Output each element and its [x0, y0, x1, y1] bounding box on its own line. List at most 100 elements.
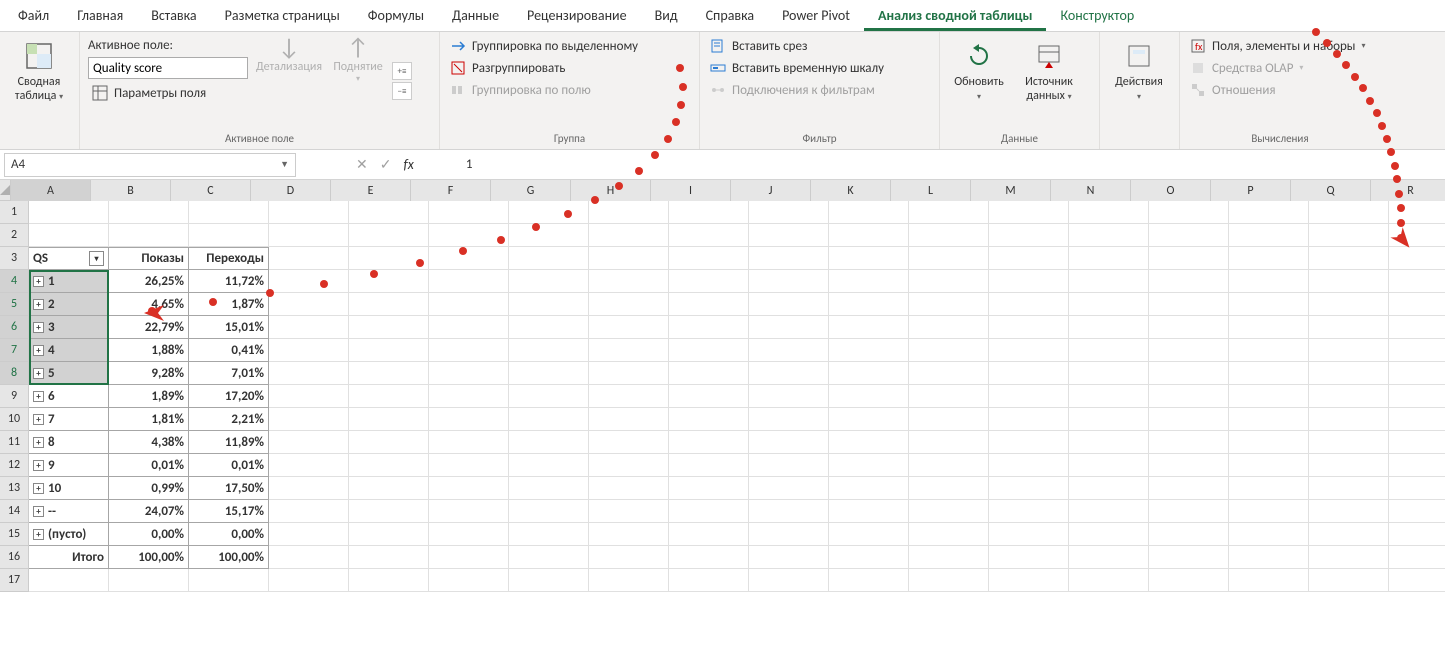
cell[interactable]	[429, 431, 509, 454]
cell[interactable]	[749, 201, 829, 224]
col-header-I[interactable]: I	[651, 180, 731, 201]
cell[interactable]	[1309, 270, 1389, 293]
cell[interactable]: +6	[29, 385, 109, 408]
cell[interactable]	[1149, 270, 1229, 293]
refresh-button[interactable]: Обновить▾	[946, 36, 1012, 108]
cell[interactable]	[669, 569, 749, 592]
cell[interactable]: 0,41%	[189, 339, 269, 362]
cell[interactable]	[429, 247, 509, 270]
row-header-4[interactable]: 4	[0, 270, 29, 293]
cell[interactable]	[669, 385, 749, 408]
expand-icon[interactable]: +	[33, 437, 44, 448]
cell[interactable]	[1149, 569, 1229, 592]
row-header-15[interactable]: 15	[0, 523, 29, 546]
cell[interactable]	[349, 569, 429, 592]
expand-icon[interactable]: +	[33, 368, 44, 379]
cell[interactable]: 1,89%	[109, 385, 189, 408]
col-header-Q[interactable]: Q	[1291, 180, 1371, 201]
cell[interactable]	[989, 224, 1069, 247]
row-header-6[interactable]: 6	[0, 316, 29, 339]
field-params-button[interactable]: Параметры поля	[88, 83, 248, 103]
col-header-M[interactable]: M	[971, 180, 1051, 201]
cell[interactable]	[989, 247, 1069, 270]
cell[interactable]	[669, 431, 749, 454]
tab-home[interactable]: Главная	[63, 0, 137, 31]
cell[interactable]	[1069, 270, 1149, 293]
cell[interactable]	[989, 293, 1069, 316]
row-header-5[interactable]: 5	[0, 293, 29, 316]
cell[interactable]	[269, 339, 349, 362]
cell[interactable]	[1389, 500, 1445, 523]
cell[interactable]: +3	[29, 316, 109, 339]
cell[interactable]	[749, 316, 829, 339]
cell[interactable]	[429, 293, 509, 316]
cell[interactable]	[1389, 431, 1445, 454]
cell[interactable]	[1309, 293, 1389, 316]
cell[interactable]	[269, 523, 349, 546]
cell[interactable]	[589, 339, 669, 362]
cell[interactable]	[829, 293, 909, 316]
tab-file[interactable]: Файл	[4, 0, 63, 31]
chevron-down-icon[interactable]: ▼	[280, 159, 289, 170]
cell[interactable]: +7	[29, 408, 109, 431]
tab-view[interactable]: Вид	[641, 0, 692, 31]
cell[interactable]	[989, 408, 1069, 431]
cell[interactable]	[1069, 339, 1149, 362]
cell[interactable]	[909, 477, 989, 500]
row-header-7[interactable]: 7	[0, 339, 29, 362]
cell[interactable]	[349, 523, 429, 546]
cell[interactable]	[269, 385, 349, 408]
cell[interactable]: 26,25%	[109, 270, 189, 293]
cancel-icon[interactable]: ✕	[356, 156, 368, 173]
cell[interactable]	[1069, 546, 1149, 569]
cell[interactable]	[1069, 224, 1149, 247]
cell[interactable]	[1309, 523, 1389, 546]
col-header-F[interactable]: F	[411, 180, 491, 201]
cell[interactable]	[749, 385, 829, 408]
pivottable-button[interactable]: Своднаятаблица ▾	[6, 36, 72, 108]
cell[interactable]	[749, 477, 829, 500]
cell[interactable]	[429, 569, 509, 592]
cell[interactable]	[829, 385, 909, 408]
cell[interactable]	[589, 431, 669, 454]
cell[interactable]: 1,88%	[109, 339, 189, 362]
drillup-button[interactable]: Поднятие	[333, 60, 382, 74]
col-header-E[interactable]: E	[331, 180, 411, 201]
expand-icon[interactable]: +	[33, 460, 44, 471]
cell[interactable]	[1069, 454, 1149, 477]
col-header-B[interactable]: B	[91, 180, 171, 201]
cell[interactable]	[189, 569, 269, 592]
tab-review[interactable]: Рецензирование	[513, 0, 641, 31]
cell[interactable]	[269, 316, 349, 339]
cell[interactable]	[909, 408, 989, 431]
cell[interactable]: 4,65%	[109, 293, 189, 316]
cell[interactable]	[669, 546, 749, 569]
cell[interactable]	[1069, 431, 1149, 454]
cell[interactable]	[1149, 247, 1229, 270]
cell[interactable]	[1389, 569, 1445, 592]
cell[interactable]	[829, 454, 909, 477]
cell[interactable]	[509, 477, 589, 500]
cell[interactable]	[989, 500, 1069, 523]
expand-icon[interactable]: +	[33, 529, 44, 540]
cell[interactable]	[1389, 247, 1445, 270]
cell[interactable]	[829, 316, 909, 339]
cell[interactable]	[1069, 316, 1149, 339]
tab-data[interactable]: Данные	[438, 0, 513, 31]
expand-icon[interactable]: +	[33, 299, 44, 310]
cell[interactable]	[909, 293, 989, 316]
drilldown-button[interactable]: Детализация	[256, 60, 322, 74]
cell[interactable]: +--	[29, 500, 109, 523]
col-header-N[interactable]: N	[1051, 180, 1131, 201]
cell[interactable]	[1309, 247, 1389, 270]
cell[interactable]	[349, 477, 429, 500]
cell[interactable]	[1149, 385, 1229, 408]
cell[interactable]: +1	[29, 270, 109, 293]
cell[interactable]	[1229, 316, 1309, 339]
cell[interactable]	[669, 316, 749, 339]
cell[interactable]	[189, 224, 269, 247]
cell[interactable]	[1309, 316, 1389, 339]
col-header-C[interactable]: C	[171, 180, 251, 201]
cell[interactable]	[1149, 477, 1229, 500]
cell[interactable]	[909, 385, 989, 408]
